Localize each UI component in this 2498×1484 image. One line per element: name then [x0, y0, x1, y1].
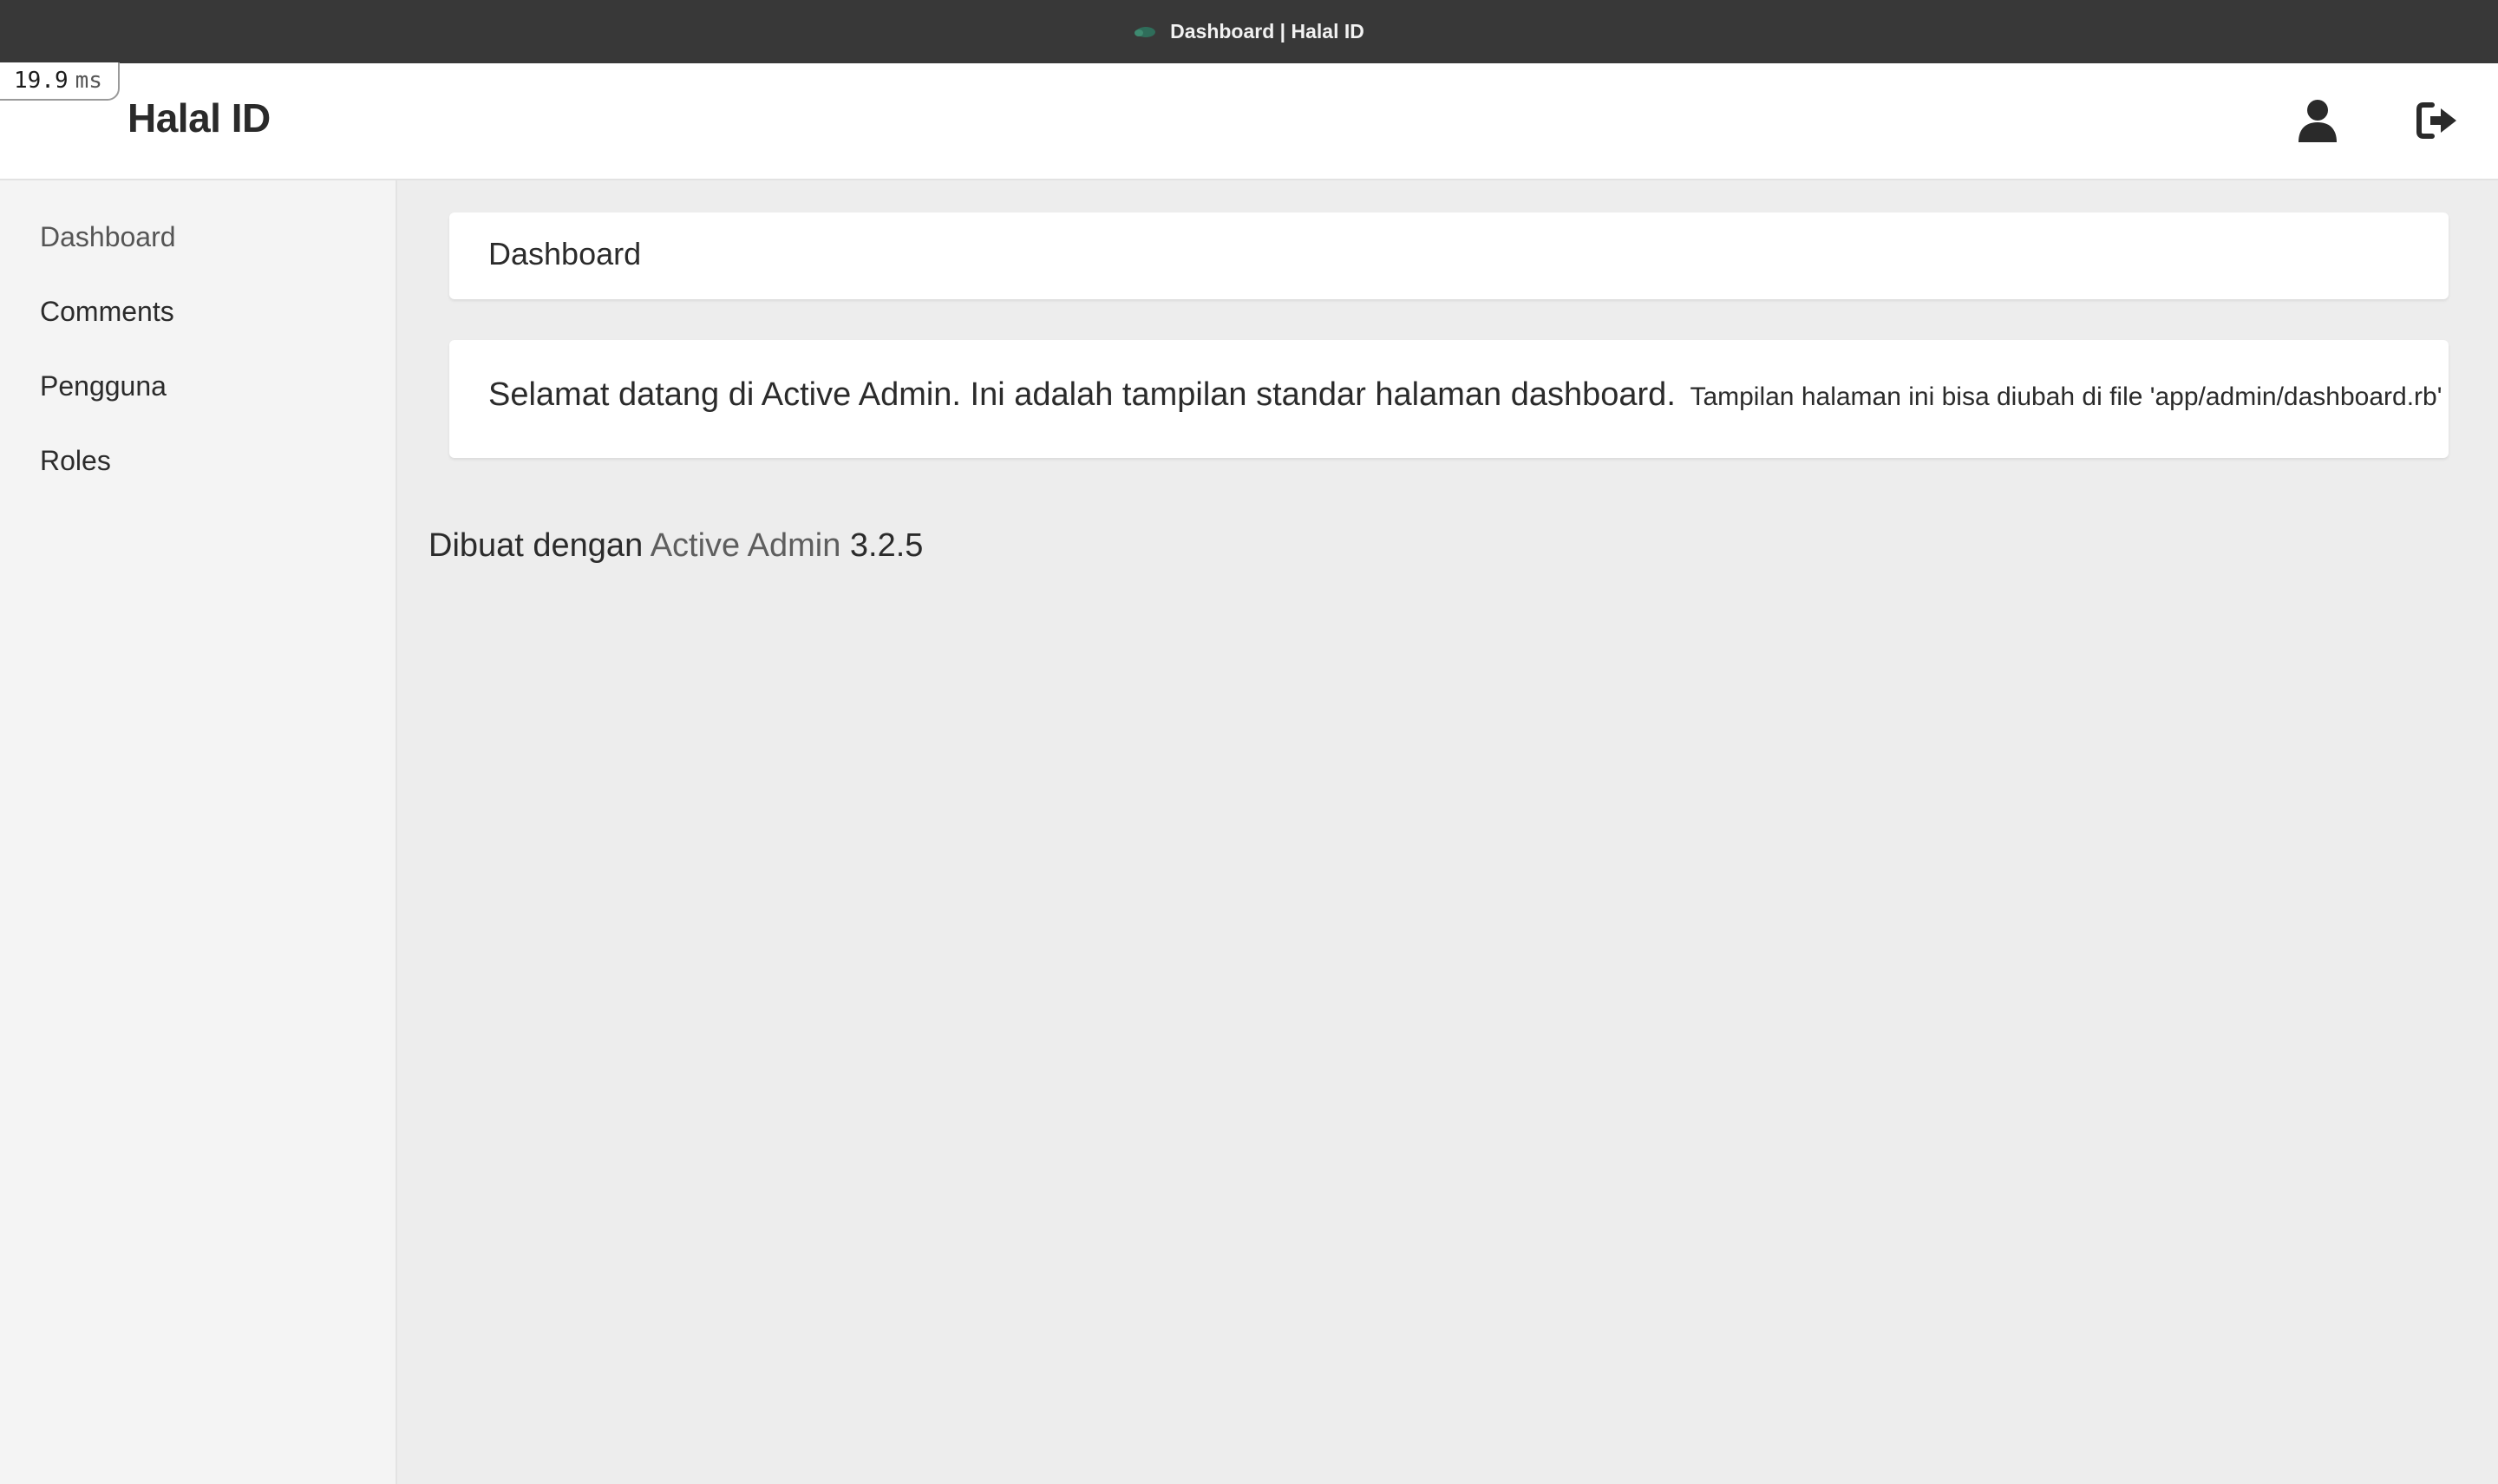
site-header: Halal ID [0, 63, 2498, 180]
page-title-panel: Dashboard [449, 212, 2449, 299]
sidebar-menu: Dashboard Comments Pengguna Roles [0, 180, 397, 1484]
window-titlebar: Dashboard | Halal ID [0, 0, 2498, 63]
timing-value: 19.9 [14, 68, 69, 94]
welcome-text: Selamat datang di Active Admin. Ini adal… [488, 376, 1676, 413]
welcome-message: Selamat datang di Active Admin. Ini adal… [488, 376, 2442, 414]
current-user-button[interactable] [2290, 95, 2345, 150]
page-title: Dashboard [488, 236, 642, 271]
user-icon [2299, 99, 2337, 147]
render-timing-badge: 19.9 ms [0, 62, 120, 101]
sidebar-item-roles[interactable]: Roles [0, 423, 396, 498]
sidebar-item-comments[interactable]: Comments [0, 274, 396, 349]
timing-unit: ms [75, 68, 102, 94]
footer-version: 3.2.5 [849, 527, 924, 564]
logout-icon [2416, 101, 2458, 144]
site-favicon-icon [1134, 25, 1156, 39]
page-footer: Dibuat dengan Active Admin 3.2.5 [428, 527, 923, 565]
site-title[interactable]: Halal ID [128, 95, 271, 141]
window-title: Dashboard | Halal ID [1170, 20, 1364, 42]
active-admin-link[interactable]: Active Admin [651, 527, 841, 564]
dashboard-welcome-panel: Selamat datang di Active Admin. Ini adal… [449, 340, 2449, 458]
sidebar-item-pengguna[interactable]: Pengguna [0, 349, 396, 423]
welcome-hint: Tampilan halaman ini bisa diubah di file… [1690, 382, 2442, 411]
logout-button[interactable] [2410, 95, 2465, 150]
footer-prefix: Dibuat dengan [428, 527, 644, 564]
sidebar-item-dashboard[interactable]: Dashboard [0, 199, 396, 274]
